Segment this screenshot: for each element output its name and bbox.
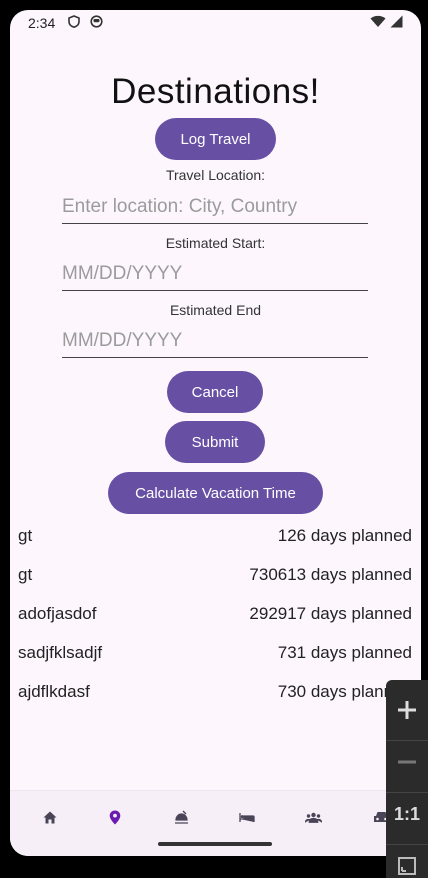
list-item[interactable]: sadjfklsadjf 731 days planned <box>10 639 421 669</box>
trip-name: adofjasdof <box>18 604 97 623</box>
gesture-navigation-bar[interactable] <box>158 842 272 846</box>
trip-days-planned: 292917 days planned <box>249 604 412 623</box>
page-title: Destinations! <box>111 72 320 111</box>
estimated-end-input[interactable] <box>62 324 368 358</box>
zoom-out-icon[interactable] <box>386 742 428 782</box>
list-item[interactable]: gt 126 days planned <box>10 522 421 552</box>
list-item[interactable]: gt 730613 days planned <box>10 561 421 591</box>
trip-name: ajdflkdasf <box>18 682 90 701</box>
travel-location-label: Travel Location: <box>165 167 266 183</box>
divider <box>386 740 428 741</box>
trip-name: gt <box>18 565 33 584</box>
shield-icon <box>68 15 80 31</box>
hotel-bed-icon[interactable] <box>235 805 259 829</box>
divider <box>386 844 428 845</box>
zoom-ratio-label: 1:1 <box>393 803 420 824</box>
trip-name: sadjfklsadjf <box>18 643 103 662</box>
status-time: 2:34 <box>28 15 56 31</box>
log-travel-button[interactable]: Log Travel <box>155 118 276 160</box>
wifi-icon <box>370 15 386 31</box>
list-item[interactable]: ajdflkdasf 730 days planned <box>10 678 421 708</box>
zoom-control-panel: 1:1 <box>386 680 428 878</box>
estimated-end-label: Estimated End <box>169 302 262 318</box>
location-pin-icon[interactable] <box>103 805 127 829</box>
fit-screen-icon[interactable] <box>386 846 428 878</box>
signal-icon <box>390 15 403 31</box>
submit-button[interactable]: Submit <box>165 421 265 463</box>
estimated-start-input[interactable] <box>62 257 368 291</box>
trip-days-planned: 126 days planned <box>277 526 412 545</box>
group-icon[interactable] <box>301 805 325 829</box>
estimated-start-label: Estimated Start: <box>165 235 266 251</box>
restaurant-icon[interactable] <box>169 805 193 829</box>
status-bar: 2:34 <box>10 10 421 36</box>
calculate-vacation-time-button[interactable]: Calculate Vacation Time <box>108 472 323 514</box>
list-item[interactable]: adofjasdof 292917 days planned <box>10 600 421 630</box>
app-screen: 2:34 Destinations! Log Travel Travel Loc… <box>10 10 421 856</box>
bottom-navigation-bar <box>10 790 421 856</box>
divider <box>386 792 428 793</box>
trip-days-planned: 730613 days planned <box>249 565 412 584</box>
home-icon[interactable] <box>38 805 62 829</box>
face-icon <box>90 15 103 31</box>
trip-days-planned: 731 days planned <box>277 643 412 662</box>
cancel-button[interactable]: Cancel <box>167 371 263 413</box>
travel-location-input[interactable] <box>62 190 368 224</box>
zoom-in-icon[interactable] <box>386 690 428 730</box>
zoom-reset-button[interactable]: 1:1 <box>386 794 428 834</box>
trip-name: gt <box>18 526 33 545</box>
